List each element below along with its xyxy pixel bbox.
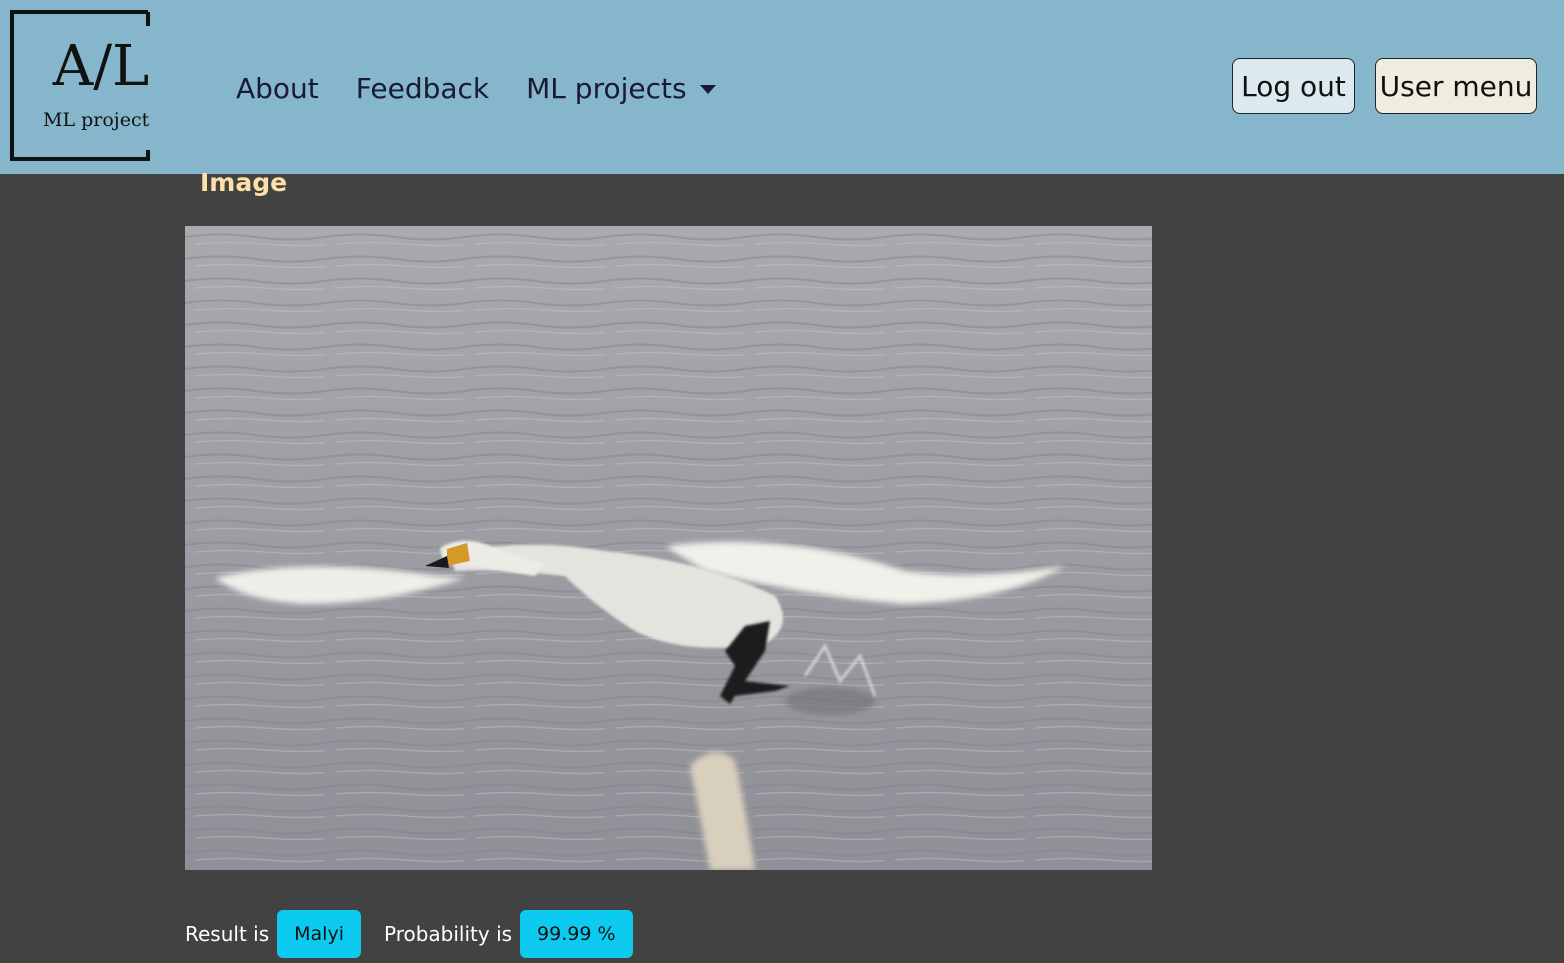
page-title: Image [200,168,288,197]
probability-label: Probability is [383,922,513,946]
result-row: Result is Malyi Probability is 99.99 % [185,910,633,958]
site-logo[interactable]: A/L ML projects [10,10,150,161]
logo-sub-text: ML projects [43,109,150,131]
uploaded-image [185,226,1152,870]
logo-frame-icon: A/L ML projects [10,10,150,161]
nav-link-feedback[interactable]: Feedback [356,72,489,105]
nav-link-about[interactable]: About [236,72,319,105]
result-badge: Malyi [277,910,361,958]
nav-dropdown-label: ML projects [526,71,687,105]
result-label: Result is [185,922,270,946]
logo-main-text: A/L [52,34,150,99]
chevron-down-icon [699,84,716,94]
nav-links: About Feedback ML projects [236,68,753,108]
logout-button[interactable]: Log out [1232,58,1355,114]
probability-badge: 99.99 % [520,910,633,958]
nav-dropdown-ml-projects[interactable]: ML projects [526,71,716,105]
navbar: A/L ML projects About Feedback ML projec… [0,0,1564,174]
user-menu-button[interactable]: User menu [1375,58,1537,114]
